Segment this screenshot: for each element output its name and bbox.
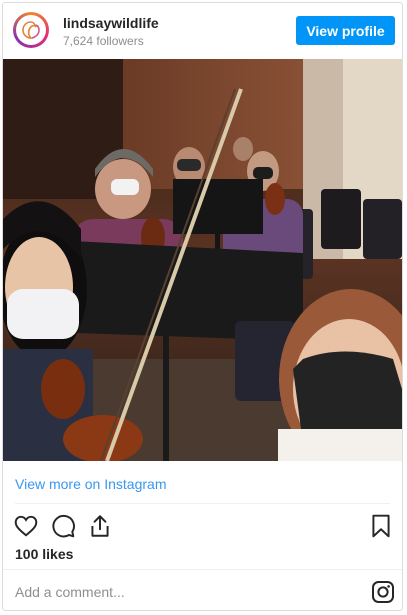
divider xyxy=(15,503,390,504)
instagram-embed-card: lindsaywildlife 7,624 followers View pro… xyxy=(2,2,403,611)
follower-count: 7,624 followers xyxy=(63,34,144,48)
brand-logo-icon xyxy=(22,21,40,39)
instagram-logo-icon[interactable] xyxy=(371,580,395,604)
comment-icon[interactable] xyxy=(50,513,76,539)
bookmark-icon[interactable] xyxy=(368,513,394,539)
share-icon[interactable] xyxy=(87,513,113,539)
view-profile-button[interactable]: View profile xyxy=(296,16,395,45)
divider xyxy=(3,569,402,570)
action-bar xyxy=(3,511,402,547)
orchestra-selfie-illustration xyxy=(3,59,402,461)
heart-icon[interactable] xyxy=(13,513,39,539)
likes-count[interactable]: 100 likes xyxy=(15,546,73,562)
view-more-link[interactable]: View more on Instagram xyxy=(15,476,166,492)
post-photo[interactable] xyxy=(3,59,402,461)
add-comment-input[interactable]: Add a comment... xyxy=(15,584,125,600)
username[interactable]: lindsaywildlife xyxy=(63,15,159,31)
avatar[interactable] xyxy=(13,12,49,48)
post-header: lindsaywildlife 7,624 followers View pro… xyxy=(3,3,402,59)
